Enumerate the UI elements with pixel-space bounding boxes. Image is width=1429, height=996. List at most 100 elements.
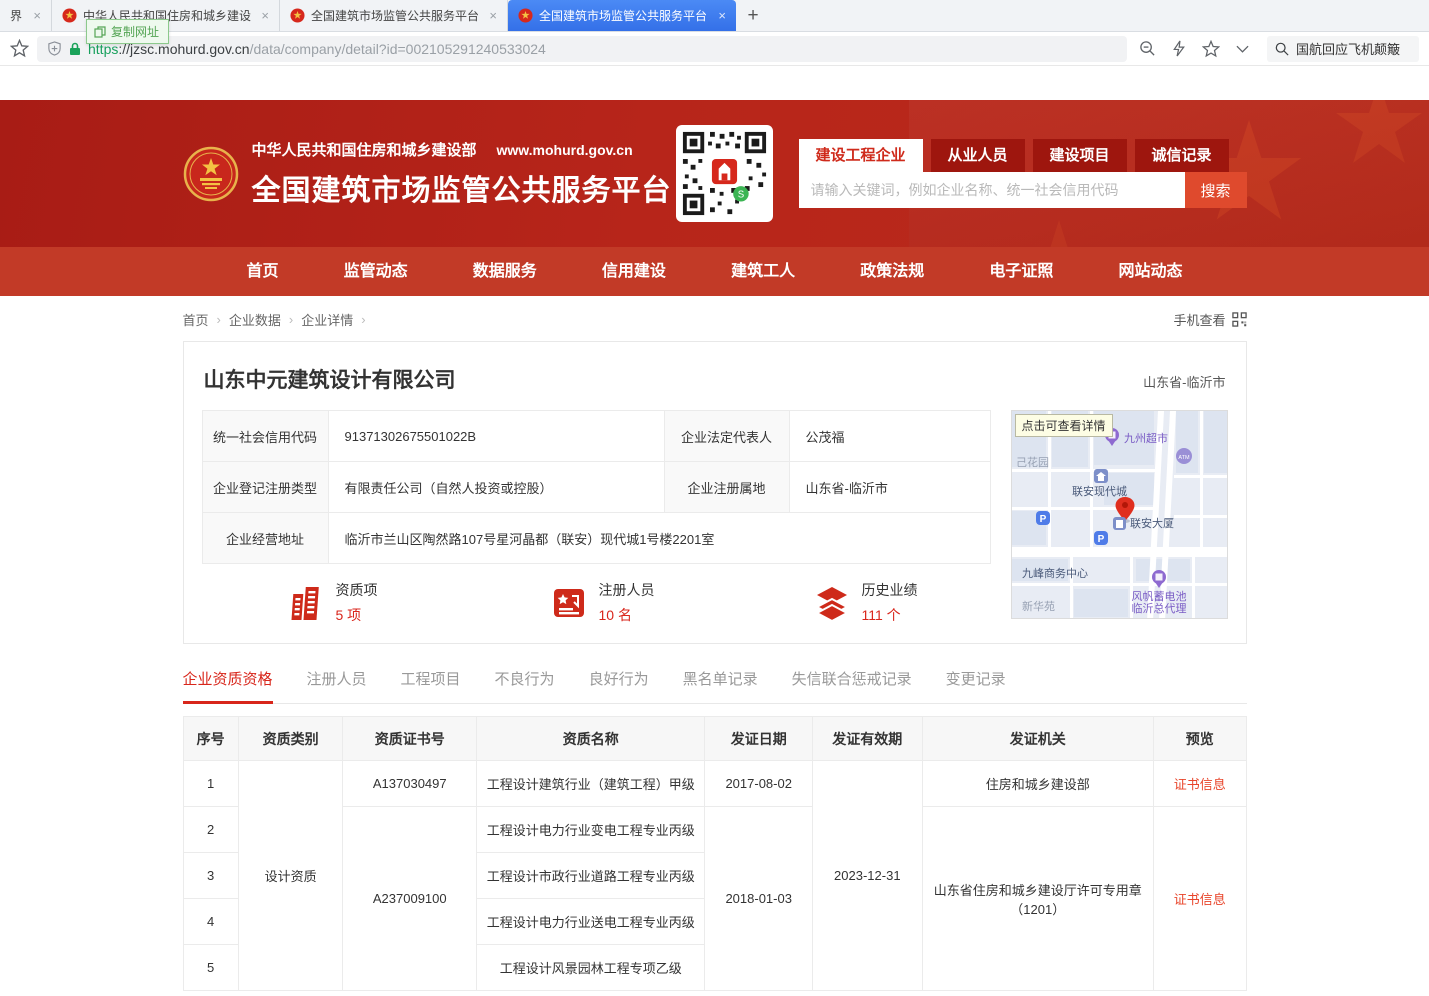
cell-seq: 4: [183, 899, 238, 945]
stat-value: 10 名: [599, 605, 655, 625]
toolbar-actions: [1139, 40, 1249, 58]
nav-data-service[interactable]: 数据服务: [473, 247, 537, 296]
cell-seq: 1: [183, 761, 238, 807]
site-header: 中华人民共和国住房和城乡建设部 www.mohurd.gov.cn 全国建筑市场…: [0, 100, 1429, 247]
search-tab-personnel[interactable]: 从业人员: [931, 139, 1025, 172]
close-icon[interactable]: ×: [489, 8, 497, 23]
cell-preview: 证书信息: [1153, 807, 1246, 991]
breadcrumb-company-data[interactable]: 企业数据: [229, 310, 281, 329]
search-button[interactable]: 搜索: [1185, 172, 1247, 208]
search-tab-credit[interactable]: 诚信记录: [1135, 139, 1229, 172]
stat-qualifications[interactable]: 资质项 5 项: [202, 580, 465, 625]
table-row: 2 A237009100 工程设计电力行业变电工程专业丙级 2018-01-03…: [183, 807, 1246, 853]
close-icon[interactable]: ×: [718, 8, 726, 23]
quick-search-text: 国航回应飞机颠簸: [1296, 39, 1400, 58]
authority-line1: 山东省住房和城乡建设厅许可专用章: [931, 880, 1145, 899]
detail-section-tabs: 企业资质资格 注册人员 工程项目 不良行为 良好行为 黑名单记录 失信联合惩戒记…: [183, 668, 1247, 704]
browser-tab-partial[interactable]: 界 ×: [0, 0, 52, 31]
cell-seq: 2: [183, 807, 238, 853]
tab-qualifications[interactable]: 企业资质资格: [183, 668, 273, 704]
address-bar[interactable]: https://jzsc.mohurd.gov.cn/data/company/…: [37, 36, 1127, 62]
parking-icon: P: [1094, 531, 1108, 545]
stat-registered-personnel[interactable]: 注册人员 10 名: [465, 580, 728, 625]
authority-line2: （1201）: [931, 899, 1145, 918]
cell-qual-name: 工程设计风景园林工程专项乙级: [477, 945, 705, 991]
copy-url-label: 复制网址: [111, 23, 159, 40]
map-label-atm: ATM: [1178, 455, 1190, 461]
tab-registered-personnel[interactable]: 注册人员: [307, 668, 367, 703]
tab-good-behavior[interactable]: 良好行为: [589, 668, 649, 703]
address-value: 临沂市兰山区陶然路107号星河晶都（联安）现代城1号楼2201室: [328, 513, 990, 564]
tab-blacklist[interactable]: 黑名单记录: [683, 668, 758, 703]
svg-text:P: P: [1097, 534, 1104, 545]
qr-code-icon: S: [681, 130, 768, 217]
browser-tab-jzsc-1[interactable]: 全国建筑市场监管公共服务平台 ×: [280, 0, 508, 31]
stat-history-performance[interactable]: 历史业绩 111 个: [728, 580, 991, 625]
tab-bad-behavior[interactable]: 不良行为: [495, 668, 555, 703]
close-icon[interactable]: ×: [33, 8, 41, 23]
breadcrumb-separator-icon: [209, 312, 229, 327]
search-tab-enterprise[interactable]: 建设工程企业: [799, 139, 923, 172]
cell-issue-date: 2017-08-02: [705, 761, 813, 807]
flash-icon[interactable]: [1172, 40, 1186, 57]
search-tab-project[interactable]: 建设项目: [1033, 139, 1127, 172]
tab-change-records[interactable]: 变更记录: [946, 668, 1006, 703]
site-favicon-icon: [290, 8, 305, 23]
nav-credit[interactable]: 信用建设: [602, 247, 666, 296]
credit-code-value: 91371302675501022B: [328, 411, 664, 462]
tab-title: 全国建筑市场监管公共服务平台: [539, 7, 712, 24]
nav-home[interactable]: 首页: [247, 247, 279, 296]
copy-url-tooltip: 复制网址: [86, 19, 169, 44]
browser-tab-strip: 界 × 中华人民共和国住房和城乡建设 × 全国建筑市场监管公共服务平台 × 全国…: [0, 0, 1429, 32]
cell-qual-name: 工程设计电力行业变电工程专业丙级: [477, 807, 705, 853]
site-brand[interactable]: 中华人民共和国住房和城乡建设部 www.mohurd.gov.cn 全国建筑市场…: [183, 139, 672, 209]
map-label-battery-2: 临沂总代理: [1131, 601, 1186, 615]
map-label-business-center: 九峰商务中心: [1022, 566, 1088, 580]
breadcrumb-home[interactable]: 首页: [183, 310, 209, 329]
nav-workers[interactable]: 建筑工人: [731, 247, 795, 296]
col-cert-no: 资质证书号: [343, 717, 477, 761]
tab-dishonesty[interactable]: 失信联合惩戒记录: [792, 668, 912, 703]
nav-supervision[interactable]: 监管动态: [344, 247, 408, 296]
new-tab-button[interactable]: +: [736, 0, 770, 31]
chevron-down-icon[interactable]: [1236, 45, 1249, 53]
ministry-url: www.mohurd.gov.cn: [497, 142, 633, 158]
quick-search-box[interactable]: 国航回应飞机颠簸: [1267, 36, 1419, 62]
qr-code: S: [676, 125, 773, 222]
cell-preview: 证书信息: [1153, 761, 1246, 807]
poi-tower-icon: [1113, 517, 1126, 530]
browser-tab-active[interactable]: 全国建筑市场监管公共服务平台 ×: [508, 0, 736, 31]
nav-policy[interactable]: 政策法规: [860, 247, 924, 296]
svg-text:S: S: [737, 190, 743, 201]
breadcrumb: 首页 企业数据 企业详情 手机查看: [183, 310, 1247, 329]
shield-plus-icon[interactable]: [47, 41, 62, 56]
bookmark-star-icon[interactable]: [10, 39, 29, 58]
reg-region-label: 企业注册属地: [664, 462, 789, 513]
map-tooltip[interactable]: 点击可查看详情: [1015, 414, 1113, 437]
nav-e-license[interactable]: 电子证照: [989, 247, 1053, 296]
col-seq: 序号: [183, 717, 238, 761]
tab-title: 全国建筑市场监管公共服务平台: [311, 7, 483, 24]
table-header-row: 序号 资质类别 资质证书号 资质名称 发证日期 发证有效期 发证机关 预览: [183, 717, 1246, 761]
cell-cert-no: A237009100: [343, 807, 477, 991]
reg-type-value: 有限责任公司（自然人投资或控股）: [328, 462, 664, 513]
mobile-view[interactable]: 手机查看: [1173, 310, 1246, 329]
company-summary-card: 山东中元建筑设计有限公司 山东省-临沂市 统一社会信用代码 9137130267…: [183, 341, 1247, 644]
zoom-out-icon[interactable]: [1139, 40, 1156, 57]
close-icon[interactable]: ×: [261, 8, 269, 23]
poi-building-icon: [1094, 469, 1108, 483]
breadcrumb-separator-icon: [353, 312, 373, 327]
tab-projects[interactable]: 工程项目: [401, 668, 461, 703]
legal-rep-value: 公茂福: [789, 411, 990, 462]
location-map[interactable]: 点击可查看详情: [1011, 410, 1228, 619]
legal-rep-label: 企业法定代表人: [664, 411, 789, 462]
favorite-star-icon[interactable]: [1202, 40, 1220, 58]
address-label: 企业经营地址: [202, 513, 328, 564]
certificate-info-link[interactable]: 证书信息: [1174, 777, 1226, 792]
breadcrumb-company-detail[interactable]: 企业详情: [301, 310, 353, 329]
keyword-search-input[interactable]: [799, 172, 1185, 208]
certificate-info-link[interactable]: 证书信息: [1174, 892, 1226, 907]
mobile-view-label: 手机查看: [1173, 310, 1225, 329]
stat-value: 5 项: [336, 605, 378, 625]
nav-site-news[interactable]: 网站动态: [1118, 247, 1182, 296]
